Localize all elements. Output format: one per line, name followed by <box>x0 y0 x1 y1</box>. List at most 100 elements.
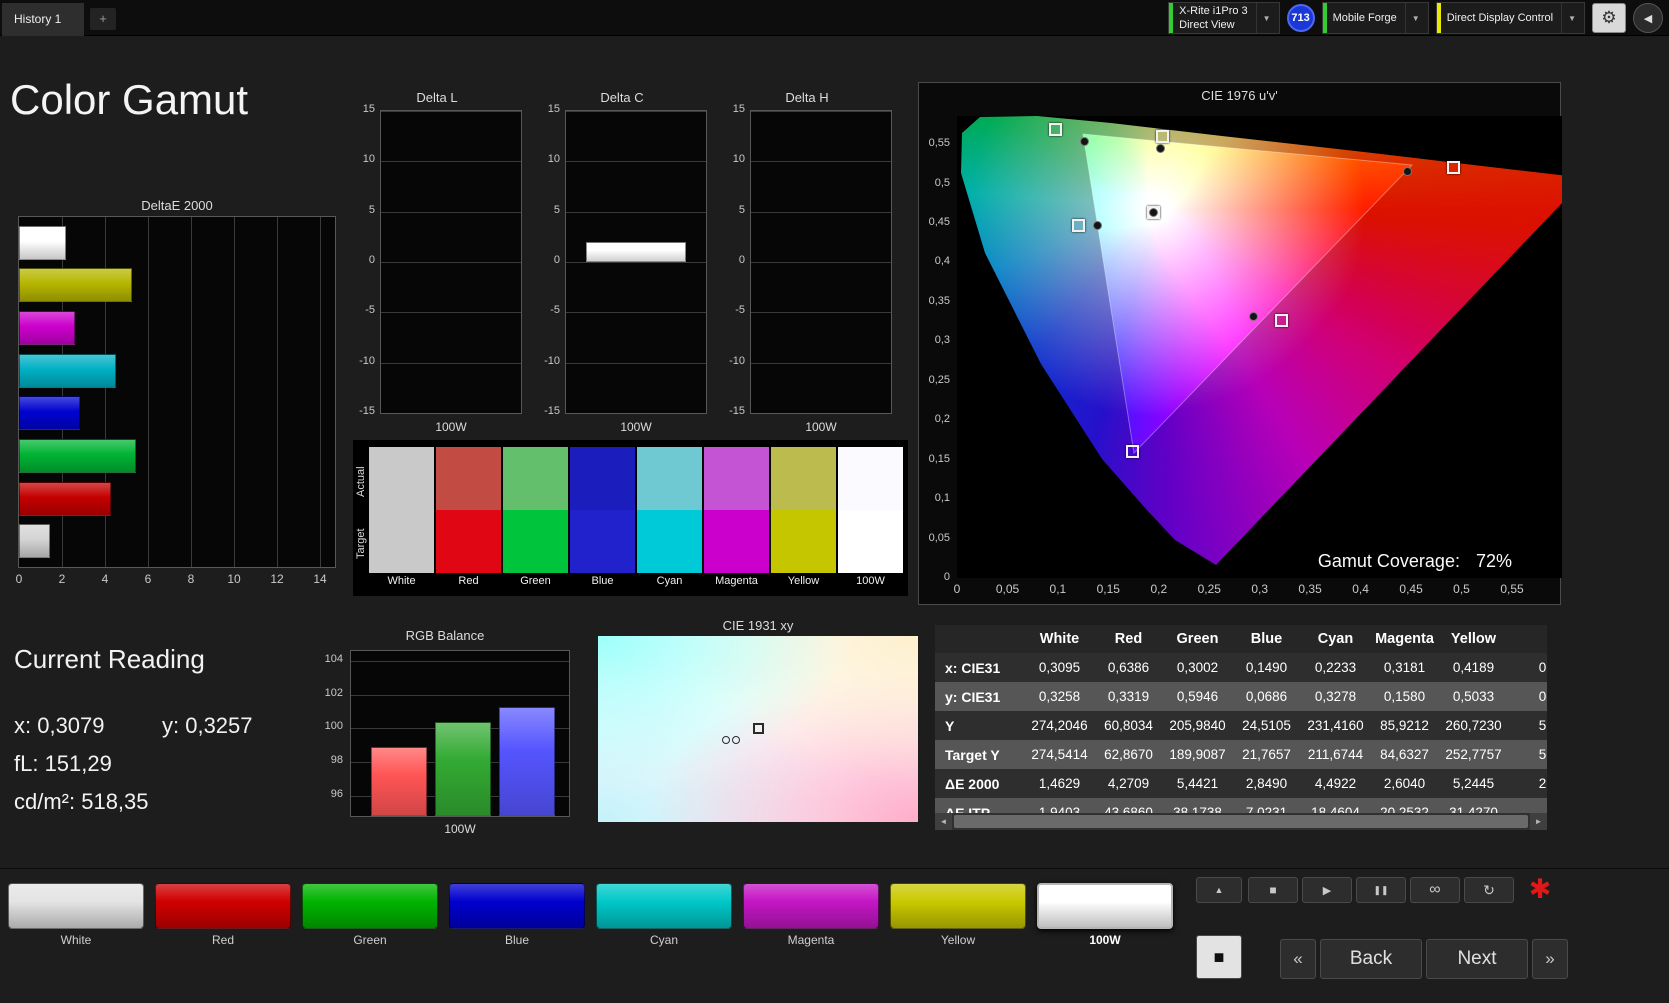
patch-swatch[interactable] <box>743 883 879 929</box>
table-cell: 0,5946 <box>1176 689 1219 704</box>
delta-h-chart: Delta H 15 10 5 0 -5 -10 -15 100W <box>722 90 892 440</box>
play-button[interactable]: ▶ <box>1302 877 1352 903</box>
table-cell: 0,2233 <box>1314 660 1357 675</box>
device-buttons: X-Rite i1Pro 3 Direct View ▼ 713 Mobile … <box>1168 2 1663 34</box>
next-button[interactable]: Next <box>1426 939 1528 979</box>
rgb-plot <box>350 650 570 817</box>
table-cell: 5,2445 <box>1452 776 1495 791</box>
scroll-left-icon[interactable]: ◄ <box>935 813 952 830</box>
rgb-yaxis: 104 102 100 98 96 <box>318 650 346 817</box>
row-label: Target Y <box>945 746 1000 763</box>
collapse-panel-button[interactable]: ◀ <box>1633 3 1663 33</box>
axis-tick-label: 12 <box>270 572 284 586</box>
display-control-button[interactable]: Direct Display Control ▼ <box>1435 2 1585 34</box>
chart-title: Delta C <box>600 90 644 105</box>
patch-window-button[interactable]: ■ <box>1196 935 1242 979</box>
meter-count-badge[interactable]: 713 <box>1286 4 1315 32</box>
gridline <box>566 111 706 112</box>
table-cell: 0,3002 <box>1176 660 1219 675</box>
patch-swatch[interactable] <box>8 883 144 929</box>
row-label: y: CIE31 <box>945 688 1001 705</box>
continuous-button[interactable]: ∞ <box>1410 877 1460 903</box>
table-scrollbar[interactable]: ◄ ► <box>935 813 1547 830</box>
gear-icon: ⚙ <box>1601 8 1617 27</box>
tab-history-1[interactable]: History 1 <box>2 3 84 36</box>
gridline <box>351 694 569 696</box>
gridline <box>751 413 891 414</box>
page-title: Color Gamut <box>10 76 249 123</box>
reading-x: x: 0,3079 <box>14 713 105 738</box>
axis-tick-label: 0,35 <box>1298 582 1322 596</box>
app-window: History 1 + X-Rite i1Pro 3 Direct View ▼… <box>0 0 1669 1003</box>
axis-tick-label: 0,55 <box>1500 582 1524 596</box>
axis-tick-label: 0,2 <box>934 413 950 426</box>
deltae-bar-white <box>19 524 51 559</box>
chevron-down-icon[interactable]: ▼ <box>1255 3 1277 33</box>
reading-cd: cd/m²: 518,35 <box>14 789 149 814</box>
stop-icon: ■ <box>1269 883 1277 897</box>
actual-swatch <box>771 447 836 510</box>
special-action-button[interactable]: ✱ <box>1518 871 1562 907</box>
table-cell: 2,6040 <box>1383 776 1426 791</box>
swatch-column-100w: 100W <box>838 447 903 587</box>
target-marker-blue <box>1126 445 1140 459</box>
patch-swatch[interactable] <box>449 883 585 929</box>
axis-tick-label: 0 <box>738 254 745 266</box>
first-page-button[interactable]: « <box>1280 939 1316 979</box>
patch-swatch[interactable] <box>155 883 291 929</box>
last-page-button[interactable]: » <box>1532 939 1568 979</box>
settings-button[interactable]: ⚙ <box>1592 3 1626 33</box>
gridline <box>381 362 521 364</box>
table-cell: 4,4922 <box>1314 776 1357 791</box>
table-cell: 0,6386 <box>1107 660 1150 675</box>
loop-icon: ↻ <box>1483 881 1495 898</box>
add-tab-button[interactable]: + <box>90 8 116 30</box>
gridline <box>381 312 521 314</box>
axis-tick-label: 0,05 <box>995 582 1020 596</box>
back-button[interactable]: Back <box>1320 939 1422 979</box>
axis-tick-label: -10 <box>359 354 375 367</box>
table-row: ΔE 2000 1,4629 4,2709 5,4421 2,8490 4,4922 2,6… <box>935 769 1547 798</box>
swatch-column-magenta: Magenta <box>704 447 769 587</box>
stop-button[interactable]: ■ <box>1248 877 1298 903</box>
up-button[interactable]: ▲ <box>1196 877 1242 903</box>
table-cell: 211,6744 <box>1307 747 1364 762</box>
meter-select-button[interactable]: X-Rite i1Pro 3 Direct View ▼ <box>1168 2 1280 34</box>
table-cell: 252,7757 <box>1445 747 1502 762</box>
table-cell: 4,2709 <box>1107 776 1150 791</box>
scroll-right-icon[interactable]: ► <box>1530 813 1547 830</box>
patch-white: White <box>8 883 144 947</box>
reading-fl: fL: 151,29 <box>14 751 112 776</box>
swatch-column-white: White <box>369 447 434 587</box>
loop-button[interactable]: ↻ <box>1464 877 1514 903</box>
column-header: Yellow <box>1450 631 1497 647</box>
patch-swatch[interactable] <box>890 883 1026 929</box>
patch-blue: Blue <box>449 883 585 947</box>
source-select-button[interactable]: Mobile Forge ▼ <box>1321 2 1429 34</box>
meter-label-line2: Direct View <box>1179 19 1235 31</box>
scrollbar-thumb[interactable] <box>954 815 1528 828</box>
patch-swatch[interactable] <box>596 883 732 929</box>
next-button-label: Next <box>1457 948 1497 969</box>
table-cell: 0,1490 <box>1245 660 1288 675</box>
table-cell: 0,3278 <box>1314 689 1357 704</box>
delta-c-chart: Delta C 15 10 5 0 -5 -10 -15 100W <box>537 90 707 440</box>
patch-swatch[interactable] <box>302 883 438 929</box>
cie1976-panel: CIE 1976 u'v' 0,55 0,5 0,45 0,4 0,35 0,3 0,25 0… <box>918 82 1562 605</box>
double-chevron-right-icon: » <box>1545 949 1555 968</box>
chart-title: CIE 1976 u'v' <box>1201 88 1278 103</box>
source-label: Mobile Forge <box>1332 11 1397 24</box>
chevron-down-icon[interactable]: ▼ <box>1404 3 1426 33</box>
delta-c-yaxis: 15 10 5 0 -5 -10 -15 <box>537 103 563 417</box>
table-cell: 0,3181 <box>1383 660 1426 675</box>
table-cell: 205,9840 <box>1169 718 1226 733</box>
top-bar: History 1 + X-Rite i1Pro 3 Direct View ▼… <box>0 0 1669 36</box>
patch-label: Red <box>211 933 234 947</box>
chevron-down-icon[interactable]: ▼ <box>1561 3 1582 33</box>
gridline <box>277 217 278 567</box>
target-swatch <box>704 510 769 573</box>
double-chevron-left-icon: « <box>1293 949 1303 968</box>
gridline <box>566 211 706 213</box>
patch-swatch[interactable] <box>1037 883 1173 929</box>
pause-button[interactable]: ❚❚ <box>1356 877 1406 903</box>
